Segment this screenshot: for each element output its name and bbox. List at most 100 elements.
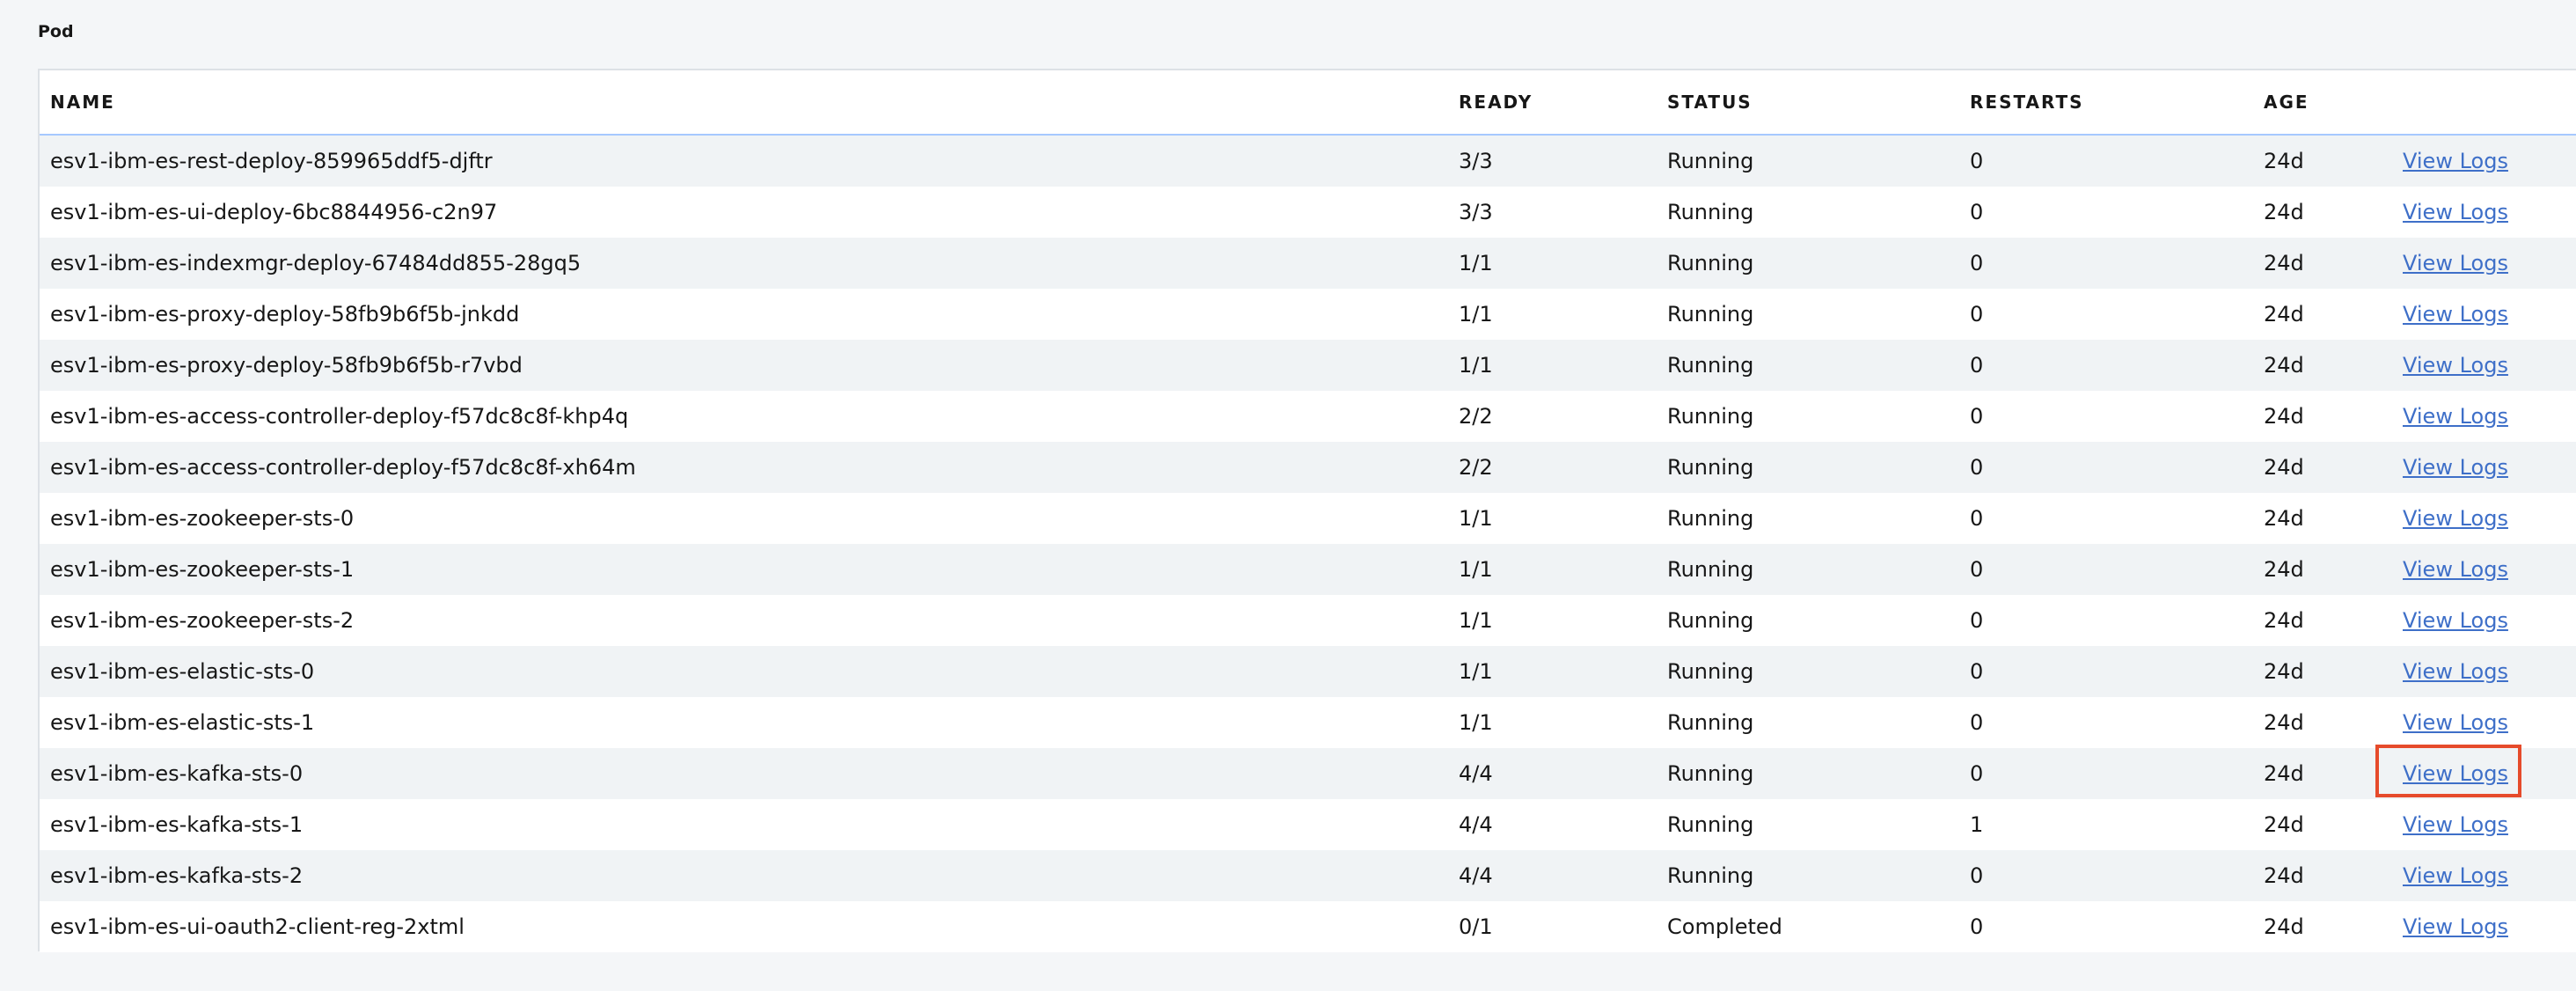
cell-age: 24d <box>2253 697 2392 748</box>
cell-age: 24d <box>2253 646 2392 697</box>
view-logs-link[interactable]: View Logs <box>2403 149 2508 173</box>
cell-name: esv1-ibm-es-access-controller-deploy-f57… <box>40 442 1448 493</box>
view-logs-link[interactable]: View Logs <box>2403 608 2508 633</box>
table-row: esv1-ibm-es-indexmgr-deploy-67484dd855-2… <box>40 238 2576 289</box>
cell-ready: 1/1 <box>1448 493 1657 544</box>
column-header-age[interactable]: AGE <box>2253 70 2392 136</box>
view-logs-link[interactable]: View Logs <box>2403 659 2508 684</box>
cell-age: 24d <box>2253 901 2392 952</box>
cell-ready: 3/3 <box>1448 187 1657 238</box>
view-logs-link[interactable]: View Logs <box>2403 302 2508 327</box>
cell-restarts: 0 <box>1959 340 2253 391</box>
cell-status: Running <box>1657 697 1959 748</box>
table-row: esv1-ibm-es-access-controller-deploy-f57… <box>40 442 2576 493</box>
cell-status: Running <box>1657 135 1959 187</box>
cell-actions: View Logs <box>2392 391 2576 442</box>
cell-ready: 2/2 <box>1448 442 1657 493</box>
cell-actions: View Logs <box>2392 442 2576 493</box>
view-logs-link[interactable]: View Logs <box>2403 557 2508 582</box>
column-header-ready[interactable]: READY <box>1448 70 1657 136</box>
view-logs-link[interactable]: View Logs <box>2403 761 2508 786</box>
cell-name: esv1-ibm-es-kafka-sts-2 <box>40 850 1448 901</box>
cell-restarts: 0 <box>1959 544 2253 595</box>
cell-restarts: 0 <box>1959 493 2253 544</box>
cell-status: Running <box>1657 799 1959 850</box>
view-logs-link[interactable]: View Logs <box>2403 914 2508 939</box>
cell-age: 24d <box>2253 289 2392 340</box>
cell-age: 24d <box>2253 595 2392 646</box>
table-row: esv1-ibm-es-zookeeper-sts-0 1/1 Running 0 24… <box>40 493 2576 544</box>
cell-actions: View Logs <box>2392 544 2576 595</box>
cell-ready: 0/1 <box>1448 901 1657 952</box>
cell-age: 24d <box>2253 544 2392 595</box>
cell-status: Running <box>1657 238 1959 289</box>
cell-age: 24d <box>2253 135 2392 187</box>
table-row: esv1-ibm-es-kafka-sts-0 4/4 Running 0 24d Vie… <box>40 748 2576 799</box>
cell-name: esv1-ibm-es-zookeeper-sts-0 <box>40 493 1448 544</box>
view-logs-link[interactable]: View Logs <box>2403 455 2508 480</box>
table-row: esv1-ibm-es-ui-oauth2-client-reg-2xtml 0/… <box>40 901 2576 952</box>
cell-actions: View Logs <box>2392 646 2576 697</box>
table-row: esv1-ibm-es-proxy-deploy-58fb9b6f5b-r7vb… <box>40 340 2576 391</box>
column-header-name[interactable]: NAME <box>40 70 1448 136</box>
table-row: esv1-ibm-es-zookeeper-sts-1 1/1 Running 0 24… <box>40 544 2576 595</box>
cell-actions: View Logs <box>2392 697 2576 748</box>
view-logs-link[interactable]: View Logs <box>2403 710 2508 735</box>
table-row: esv1-ibm-es-kafka-sts-1 4/4 Running 1 24d Vie… <box>40 799 2576 850</box>
cell-status: Completed <box>1657 901 1959 952</box>
table-body: esv1-ibm-es-rest-deploy-859965ddf5-djftr… <box>40 135 2576 952</box>
view-logs-link[interactable]: View Logs <box>2403 251 2508 275</box>
cell-actions: View Logs <box>2392 901 2576 952</box>
cell-status: Running <box>1657 544 1959 595</box>
cell-restarts: 0 <box>1959 135 2253 187</box>
table-row: esv1-ibm-es-ui-deploy-6bc8844956-c2n97 3/… <box>40 187 2576 238</box>
view-logs-link[interactable]: View Logs <box>2403 863 2508 888</box>
cell-restarts: 1 <box>1959 799 2253 850</box>
table-row: esv1-ibm-es-elastic-sts-1 1/1 Running 0 24d V… <box>40 697 2576 748</box>
cell-status: Running <box>1657 493 1959 544</box>
column-header-status[interactable]: STATUS <box>1657 70 1959 136</box>
view-logs-link[interactable]: View Logs <box>2403 812 2508 837</box>
cell-name: esv1-ibm-es-access-controller-deploy-f57… <box>40 391 1448 442</box>
cell-ready: 4/4 <box>1448 748 1657 799</box>
cell-ready: 1/1 <box>1448 697 1657 748</box>
pod-table-container: NAME READY STATUS RESTARTS AGE esv1-ibm-… <box>38 69 2576 952</box>
cell-age: 24d <box>2253 799 2392 850</box>
cell-status: Running <box>1657 850 1959 901</box>
cell-restarts: 0 <box>1959 391 2253 442</box>
cell-age: 24d <box>2253 238 2392 289</box>
column-header-restarts[interactable]: RESTARTS <box>1959 70 2253 136</box>
cell-restarts: 0 <box>1959 442 2253 493</box>
cell-actions: View Logs <box>2392 340 2576 391</box>
cell-name: esv1-ibm-es-elastic-sts-0 <box>40 646 1448 697</box>
cell-status: Running <box>1657 748 1959 799</box>
table-header-row: NAME READY STATUS RESTARTS AGE <box>40 70 2576 136</box>
cell-age: 24d <box>2253 442 2392 493</box>
cell-ready: 1/1 <box>1448 544 1657 595</box>
cell-restarts: 0 <box>1959 187 2253 238</box>
cell-age: 24d <box>2253 493 2392 544</box>
cell-name: esv1-ibm-es-zookeeper-sts-1 <box>40 544 1448 595</box>
cell-actions: View Logs <box>2392 595 2576 646</box>
cell-restarts: 0 <box>1959 901 2253 952</box>
cell-restarts: 0 <box>1959 646 2253 697</box>
cell-age: 24d <box>2253 340 2392 391</box>
view-logs-link[interactable]: View Logs <box>2403 404 2508 429</box>
cell-status: Running <box>1657 595 1959 646</box>
cell-ready: 1/1 <box>1448 646 1657 697</box>
cell-status: Running <box>1657 340 1959 391</box>
table-row: esv1-ibm-es-zookeeper-sts-2 1/1 Running 0 24… <box>40 595 2576 646</box>
table-header: NAME READY STATUS RESTARTS AGE <box>40 70 2576 136</box>
view-logs-link[interactable]: View Logs <box>2403 353 2508 378</box>
column-header-actions <box>2392 70 2576 136</box>
cell-name: esv1-ibm-es-elastic-sts-1 <box>40 697 1448 748</box>
cell-age: 24d <box>2253 850 2392 901</box>
view-logs-link[interactable]: View Logs <box>2403 200 2508 224</box>
cell-actions: View Logs <box>2392 799 2576 850</box>
table-row: esv1-ibm-es-proxy-deploy-58fb9b6f5b-jnkd… <box>40 289 2576 340</box>
view-logs-link[interactable]: View Logs <box>2403 506 2508 531</box>
cell-restarts: 0 <box>1959 238 2253 289</box>
table-row: esv1-ibm-es-elastic-sts-0 1/1 Running 0 24d V… <box>40 646 2576 697</box>
cell-age: 24d <box>2253 748 2392 799</box>
cell-age: 24d <box>2253 391 2392 442</box>
